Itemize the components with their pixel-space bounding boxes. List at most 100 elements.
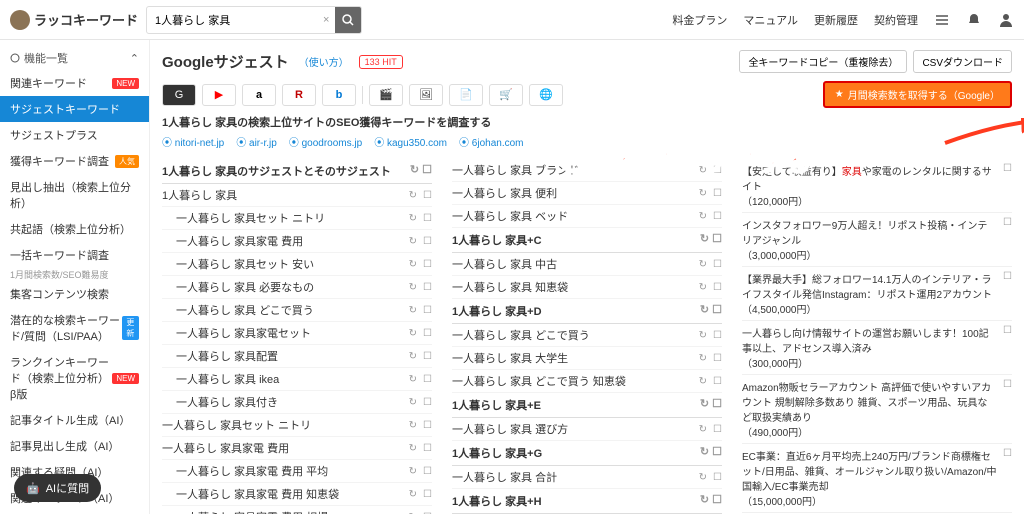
- keyword-row[interactable]: 一人暮らし 家具 ベッド↻☐: [452, 205, 722, 228]
- reload-icon[interactable]: ↻: [409, 328, 417, 339]
- keyword-row[interactable]: 一人暮らし 家具 ikea↻☐: [162, 368, 432, 391]
- ai-question-button[interactable]: 🤖 AIに質問: [14, 474, 101, 502]
- open-icon[interactable]: ☐: [713, 472, 722, 483]
- open-icon[interactable]: ☐: [713, 259, 722, 270]
- keyword-row[interactable]: 一人暮らし 家具 どこで買う↻☐: [162, 299, 432, 322]
- keyword-row[interactable]: 一人暮らし 家具セット ニトリ↻☐: [162, 414, 432, 437]
- site-link[interactable]: ⦿ kagu350.com: [374, 134, 447, 149]
- sidebar-item[interactable]: 関連キーワードNEW: [0, 70, 149, 96]
- sidebar-item[interactable]: サジェストキーワード: [0, 96, 149, 122]
- reload-icon[interactable]: ↻: [699, 330, 707, 341]
- keyword-row[interactable]: 一人暮らし 家具 どこで買う 知恵袋↻☐: [452, 370, 722, 393]
- open-icon[interactable]: ☐: [423, 351, 432, 362]
- keyword-row[interactable]: 一人暮らし 家具 便利↻☐: [452, 182, 722, 205]
- sidebar-item[interactable]: 記事タイトル生成（AI）: [0, 407, 149, 433]
- bell-icon[interactable]: [966, 12, 982, 28]
- keyword-row[interactable]: 一人暮らし 家具 必要なもの↻☐: [162, 276, 432, 299]
- reload-icon[interactable]: ↻: [699, 259, 707, 270]
- keyword-row[interactable]: 一人暮らし 家具セット ニトリ↻☐: [162, 207, 432, 230]
- keyword-row[interactable]: 一人暮らし 家具家電 費用↻☐: [162, 230, 432, 253]
- engine-video-icon[interactable]: 🎬: [369, 84, 403, 106]
- open-icon[interactable]: ☐: [423, 466, 432, 477]
- engine-rakuten[interactable]: R: [282, 84, 316, 106]
- sidebar-header[interactable]: 機能一覧 ⌃: [0, 46, 149, 70]
- open-icon[interactable]: ☐: [423, 420, 432, 431]
- reload-icon[interactable]: ↻: [409, 489, 417, 500]
- sidebar-item[interactable]: ランクインキーワード（検索上位分析）β版NEW: [0, 349, 149, 407]
- search-input[interactable]: [147, 10, 317, 30]
- site-link[interactable]: ⦿ air-r.jp: [236, 134, 277, 149]
- open-icon[interactable]: ☐: [423, 489, 432, 500]
- keyword-row[interactable]: 一人暮らし 家具 知恵袋↻☐: [452, 276, 722, 299]
- reload-icon[interactable]: ↻: [409, 305, 417, 316]
- keyword-row[interactable]: 一人暮らし 家具セット 安い↻☐: [162, 253, 432, 276]
- reload-icon[interactable]: ↻: [699, 424, 707, 435]
- open-icon[interactable]: ☐: [713, 353, 722, 364]
- reload-icon[interactable]: ↻: [699, 165, 707, 176]
- reload-icon[interactable]: ↻: [699, 472, 707, 483]
- sidebar-item[interactable]: 集客コンテンツ検索: [0, 281, 149, 307]
- listing-item[interactable]: Amazon物販セラーアカウント 高評価で使いやすいアカウント 規制解除多数あり…: [742, 375, 1012, 444]
- site-link[interactable]: ⦿ nitori-net.jp: [162, 134, 224, 149]
- user-icon[interactable]: [998, 12, 1014, 28]
- listing-item[interactable]: 【安定して収益有り】家具や家電のレンタルに関するサイト（120,000円）☐: [742, 159, 1012, 213]
- open-icon[interactable]: ☐: [423, 259, 432, 270]
- keyword-row[interactable]: 一人暮らし 家具 大学生↻☐: [452, 347, 722, 370]
- reload-icon[interactable]: ↻: [699, 211, 707, 222]
- nav-changelog[interactable]: 更新履歴: [814, 12, 858, 28]
- clear-icon[interactable]: ×: [317, 14, 335, 26]
- open-icon[interactable]: ☐: [423, 397, 432, 408]
- nav-manual[interactable]: マニュアル: [743, 12, 798, 28]
- engine-cart-icon[interactable]: 🛒: [489, 84, 523, 106]
- reload-icon[interactable]: ↻ ☐: [410, 163, 432, 176]
- open-icon[interactable]: ☐: [423, 213, 432, 224]
- open-icon[interactable]: ☐: [423, 282, 432, 293]
- engine-image-icon[interactable]: 🖼: [409, 84, 443, 106]
- keyword-row[interactable]: 一人暮らし 家具家電 費用 知恵袋↻☐: [162, 483, 432, 506]
- listing-item[interactable]: EC事業：直近6ヶ月平均売上240万円/ブランド商標権セット/日用品、雑貨、オー…: [742, 444, 1012, 513]
- sidebar-item[interactable]: 潜在的な検索キーワード/質問（LSI/PAA）更新: [0, 307, 149, 349]
- open-icon[interactable]: ☐: [713, 165, 722, 176]
- site-link[interactable]: ⦿ 6johan.com: [459, 134, 523, 149]
- engine-google[interactable]: G: [162, 84, 196, 106]
- brand-logo[interactable]: ラッコキーワード: [10, 10, 138, 30]
- sidebar-item[interactable]: 一括キーワード調査: [0, 242, 149, 268]
- engine-bing[interactable]: b: [322, 84, 356, 106]
- menu-icon[interactable]: [934, 12, 950, 28]
- open-icon[interactable]: ☐: [713, 424, 722, 435]
- keyword-row[interactable]: 一人暮らし 家具 どこで買う↻☐: [452, 324, 722, 347]
- reload-icon[interactable]: ↻: [409, 374, 417, 385]
- reload-icon[interactable]: ↻: [409, 282, 417, 293]
- sidebar-item[interactable]: 見出し抽出（検索上位分析）: [0, 174, 149, 216]
- keyword-row[interactable]: 一人暮らし 家具付き↻☐: [162, 391, 432, 414]
- open-icon[interactable]: ☐: [423, 190, 432, 201]
- keyword-row[interactable]: 一人暮らし 家具 中古↻☐: [452, 253, 722, 276]
- csv-download-button[interactable]: CSVダウンロード: [913, 50, 1012, 73]
- open-icon[interactable]: ☐: [1003, 217, 1012, 262]
- sidebar-item[interactable]: 記事見出し生成（AI）: [0, 433, 149, 459]
- open-icon[interactable]: ☐: [1003, 379, 1012, 439]
- reload-icon[interactable]: ↻: [409, 259, 417, 270]
- reload-icon[interactable]: ↻: [699, 376, 707, 387]
- keyword-row[interactable]: 一人暮らし 家具家電 費用 平均↻☐: [162, 460, 432, 483]
- keyword-row[interactable]: 1人暮らし 家具↻☐: [162, 184, 432, 207]
- open-icon[interactable]: ☐: [423, 443, 432, 454]
- reload-icon[interactable]: ↻: [699, 282, 707, 293]
- open-icon[interactable]: ☐: [423, 236, 432, 247]
- open-icon[interactable]: ☐: [1003, 163, 1012, 208]
- copy-all-button[interactable]: 全キーワードコピー（重複除去）: [739, 50, 907, 73]
- nav-plan[interactable]: 料金プラン: [672, 12, 727, 28]
- open-icon[interactable]: ☐: [713, 376, 722, 387]
- open-icon[interactable]: ☐: [713, 211, 722, 222]
- engine-globe-icon[interactable]: 🌐: [529, 84, 563, 106]
- keyword-row[interactable]: 一人暮らし 家具家電 費用 相場↻☐: [162, 506, 432, 514]
- engine-youtube[interactable]: ▶: [202, 84, 236, 106]
- engine-amazon[interactable]: a: [242, 84, 276, 106]
- sidebar-item[interactable]: サジェストプラス: [0, 122, 149, 148]
- listing-item[interactable]: インスタフォロワー9万人超え！リポスト投稿・インテリアジャンル（3,000,00…: [742, 213, 1012, 267]
- reload-icon[interactable]: ↻: [409, 351, 417, 362]
- reload-icon[interactable]: ↻: [699, 353, 707, 364]
- howto-link[interactable]: （使い方）: [299, 54, 349, 69]
- listing-item[interactable]: 一人暮らし向け情報サイトの運営お願いします！100記事以上、アドセンス導入済み（…: [742, 321, 1012, 375]
- open-icon[interactable]: ☐: [1003, 448, 1012, 508]
